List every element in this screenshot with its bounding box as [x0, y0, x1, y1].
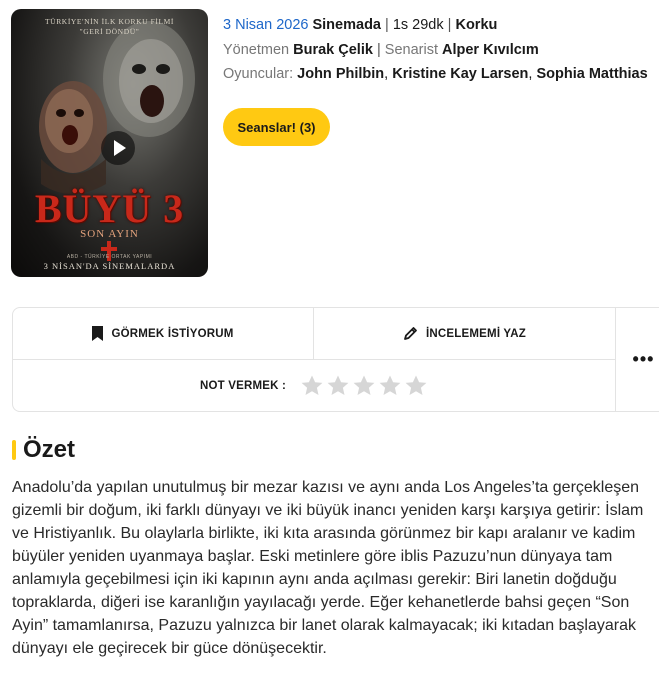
star-icon[interactable]	[404, 374, 428, 398]
star-icon[interactable]	[326, 374, 350, 398]
separator: |	[447, 17, 452, 33]
want-to-watch-label: GÖRMEK İSTİYORUM	[111, 327, 234, 340]
star-icon[interactable]	[300, 374, 324, 398]
rating-label: NOT VERMEK :	[199, 380, 287, 392]
cast-line: Oyuncular: John Philbin, Kristine Kay La…	[223, 66, 648, 82]
poster-tagline: TÜRKİYE'NİN İLK KORKU FİLMİ	[45, 17, 174, 26]
duration: 1s 29dk	[392, 17, 444, 33]
writer-label: Senarist	[384, 42, 438, 58]
release-date[interactable]: 3 Nisan 2026	[223, 17, 308, 33]
rating-stars	[300, 374, 428, 398]
play-icon	[114, 140, 126, 156]
poster-release-note: 3 NİSAN'DA SİNEMALARDA	[43, 261, 176, 271]
crew-line: Yönetmen Burak Çelik | Senarist Alper Kı…	[223, 40, 648, 60]
want-to-watch-button[interactable]: GÖRMEK İSTİYORUM	[13, 308, 314, 360]
heading-accent-bar	[12, 440, 16, 460]
release-status: Sinemada	[312, 17, 381, 33]
cast-link[interactable]: John Philbin	[297, 66, 384, 82]
star-icon[interactable]	[378, 374, 402, 398]
writer-link[interactable]: Alper Kıvılcım	[442, 42, 539, 58]
director-link[interactable]: Burak Çelik	[293, 42, 373, 58]
movie-info: 3 Nisan 2026 Sinemada | 1s 29dk | Korku …	[223, 15, 648, 83]
summary-title: Özet	[23, 436, 76, 463]
cast-link[interactable]: Kristine Kay Larsen	[392, 66, 528, 82]
separator: |	[376, 42, 381, 58]
cast-label: Oyuncular:	[223, 66, 294, 82]
genre-link[interactable]: Korku	[455, 17, 497, 33]
more-options-button[interactable]: •••	[616, 308, 659, 411]
user-actions-panel: GÖRMEK İSTİYORUM İNCELEMEMİ YAZ NOT VERM…	[12, 307, 659, 412]
write-review-label: İNCELEMEMİ YAZ	[426, 327, 526, 340]
director-label: Yönetmen	[223, 42, 290, 58]
separator: |	[385, 17, 389, 33]
movie-poster[interactable]: TÜRKİYE'NİN İLK KORKU FİLMİ "GERİ DÖNDÜ"…	[11, 9, 208, 277]
poster-subtitle: SON AYIN	[80, 228, 139, 240]
poster-tagline-secondary: "GERİ DÖNDÜ"	[79, 27, 140, 36]
meta-line: 3 Nisan 2026 Sinemada | 1s 29dk | Korku	[223, 15, 648, 35]
cast-link[interactable]: Sophia Matthias	[536, 66, 647, 82]
write-review-button[interactable]: İNCELEMEMİ YAZ	[314, 308, 616, 360]
play-trailer-button[interactable]	[101, 131, 135, 165]
star-icon[interactable]	[352, 374, 376, 398]
poster-production-note: ABD - TÜRKİYE ORTAK YAPIMI	[66, 254, 153, 260]
pencil-icon	[403, 326, 418, 341]
poster-title: BÜYÜ 3	[34, 186, 185, 231]
sessions-button[interactable]: Seanslar! (3)	[223, 108, 330, 146]
summary-heading: Özet	[12, 436, 75, 464]
summary-text: Anadolu’da yapılan unutulmuş bir mezar k…	[12, 479, 644, 657]
bookmark-icon	[92, 326, 104, 341]
rating-row: NOT VERMEK :	[13, 360, 616, 412]
